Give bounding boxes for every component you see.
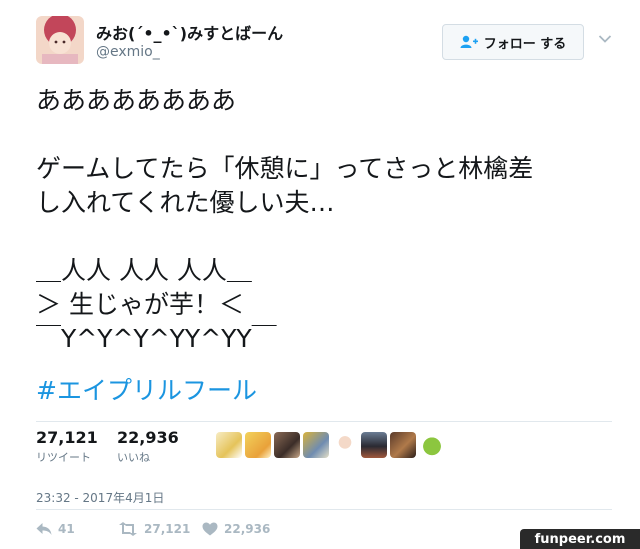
reply-icon — [36, 523, 52, 535]
tweet-line: ￣Y^Y^Y^YY^YY￣ — [36, 324, 277, 353]
liker-avatar[interactable] — [245, 432, 271, 458]
tweet-line: ゲームしてたら「休憩に」ってさっと林檎差 — [36, 154, 534, 183]
tweet-line: ああああああああ — [36, 86, 237, 115]
watermark: funpeer.com — [520, 529, 640, 549]
tweet-line: し入れてくれた優しい夫… — [36, 188, 335, 217]
liker-avatar[interactable] — [303, 432, 329, 458]
tweet-timestamp[interactable]: 23:32 - 2017年4月1日 — [36, 489, 164, 506]
user-avatar[interactable] — [36, 16, 84, 64]
hashtag-link[interactable]: #エイプリルフール — [36, 374, 257, 408]
divider — [36, 509, 612, 510]
retweet-count: 27,121 — [144, 522, 191, 536]
follow-button[interactable]: フォロー する — [442, 24, 584, 60]
likes-count: 22,936 — [117, 428, 179, 447]
liker-avatar[interactable] — [390, 432, 416, 458]
add-user-icon — [460, 35, 478, 48]
tweet-line: ＿人人 人人 人人＿ — [36, 256, 252, 285]
liker-avatar[interactable] — [361, 432, 387, 458]
user-handle[interactable]: @exmio_ — [96, 44, 160, 60]
likes-stat[interactable]: 22,936 いいね — [117, 428, 179, 465]
liker-avatar[interactable] — [419, 432, 445, 458]
like-count: 22,936 — [224, 522, 271, 536]
tweet-text: ああああああああ ゲームしてたら「休憩に」ってさっと林檎差 し入れてくれた優しい… — [36, 84, 616, 356]
heart-icon — [202, 522, 218, 536]
divider — [36, 421, 612, 422]
liker-avatars — [216, 432, 445, 458]
follow-label: フォロー する — [483, 36, 567, 52]
tweet-line: ＞ 生じゃが芋！＜ — [36, 290, 244, 319]
reply-action[interactable]: 41 — [36, 522, 75, 536]
liker-avatar[interactable] — [332, 432, 358, 458]
retweet-action[interactable]: 27,121 — [118, 522, 190, 536]
like-action[interactable]: 22,936 — [202, 522, 270, 536]
display-name[interactable]: みお(´•_•`)みすとばーん — [96, 20, 283, 44]
reply-count: 41 — [58, 522, 75, 536]
retweets-stat[interactable]: 27,121 リツイート — [36, 428, 98, 465]
retweets-count: 27,121 — [36, 428, 98, 447]
liker-avatar[interactable] — [274, 432, 300, 458]
retweets-label: リツイート — [36, 451, 91, 464]
retweet-icon — [119, 522, 137, 536]
liker-avatar[interactable] — [216, 432, 242, 458]
likes-label: いいね — [117, 451, 150, 464]
chevron-down-icon[interactable] — [598, 34, 612, 44]
